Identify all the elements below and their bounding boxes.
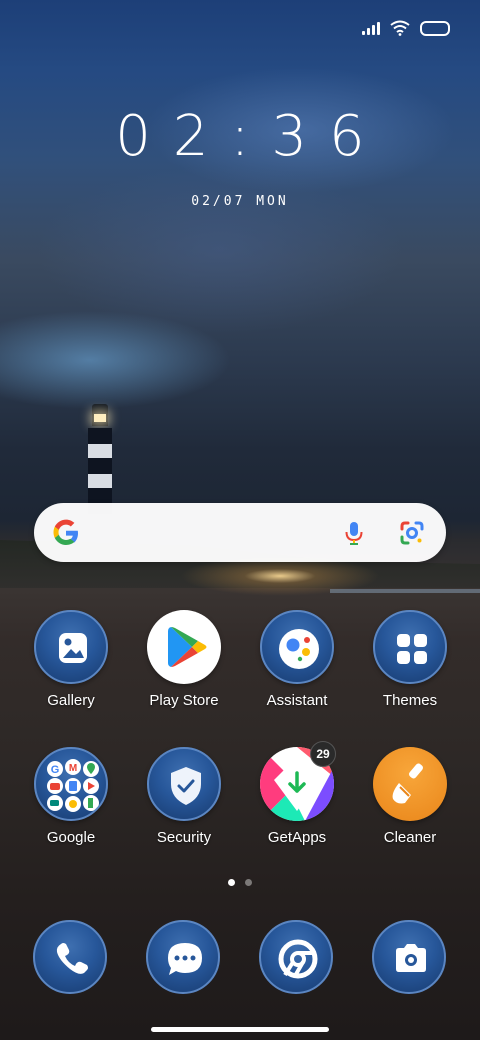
- app-gallery[interactable]: Gallery: [16, 610, 126, 709]
- notification-badge: 29: [310, 741, 336, 767]
- dock-messages[interactable]: [146, 920, 220, 994]
- app-security[interactable]: Security: [129, 747, 239, 846]
- page-dot-active[interactable]: [228, 879, 235, 886]
- assistant-icon[interactable]: [260, 610, 334, 684]
- chrome-icon[interactable]: [259, 920, 333, 994]
- app-label: Assistant: [266, 692, 328, 709]
- app-label: Gallery: [47, 692, 95, 709]
- mic-icon[interactable]: [340, 519, 368, 547]
- svg-text:M: M: [69, 763, 77, 774]
- security-icon[interactable]: [147, 747, 221, 821]
- app-getapps[interactable]: 29 GetApps: [242, 741, 352, 846]
- app-label: Security: [156, 829, 212, 846]
- app-assistant[interactable]: Assistant: [242, 610, 352, 709]
- svg-text:G: G: [51, 764, 60, 776]
- app-label: GetApps: [267, 829, 327, 846]
- battery-icon: [420, 20, 450, 36]
- wifi-icon: [390, 20, 410, 36]
- google-folder-icon[interactable]: G M: [34, 747, 108, 821]
- app-label: Cleaner: [383, 829, 437, 846]
- dock-chrome[interactable]: [259, 920, 333, 994]
- clock-date[interactable]: 02/07 MON: [0, 194, 480, 209]
- home-indicator[interactable]: [151, 1027, 329, 1032]
- lens-icon[interactable]: [398, 519, 426, 547]
- cleaner-icon[interactable]: [373, 747, 447, 821]
- dock-camera[interactable]: [372, 920, 446, 994]
- app-cleaner[interactable]: Cleaner: [355, 747, 465, 846]
- page-indicator: [0, 879, 480, 886]
- clock-time[interactable]: 02:36: [0, 104, 480, 169]
- app-label: Play Store: [149, 692, 219, 709]
- app-label: Themes: [382, 692, 438, 709]
- page-dot[interactable]: [245, 879, 252, 886]
- app-themes[interactable]: Themes: [355, 610, 465, 709]
- messages-icon[interactable]: [146, 920, 220, 994]
- play-store-icon[interactable]: [147, 610, 221, 684]
- phone-icon[interactable]: [33, 920, 107, 994]
- wallpaper-lighthouse: [84, 404, 116, 514]
- google-search-bar[interactable]: [34, 503, 446, 562]
- dock-phone[interactable]: [33, 920, 107, 994]
- status-bar: [362, 18, 450, 38]
- gallery-icon[interactable]: [34, 610, 108, 684]
- wallpaper-pier: [330, 589, 480, 593]
- themes-icon[interactable]: [373, 610, 447, 684]
- app-play-store[interactable]: Play Store: [129, 610, 239, 709]
- google-icon: [53, 519, 78, 545]
- camera-icon[interactable]: [372, 920, 446, 994]
- signal-icon: [362, 21, 380, 35]
- app-label: Google: [46, 829, 96, 846]
- app-google-folder[interactable]: G M Google: [16, 747, 126, 846]
